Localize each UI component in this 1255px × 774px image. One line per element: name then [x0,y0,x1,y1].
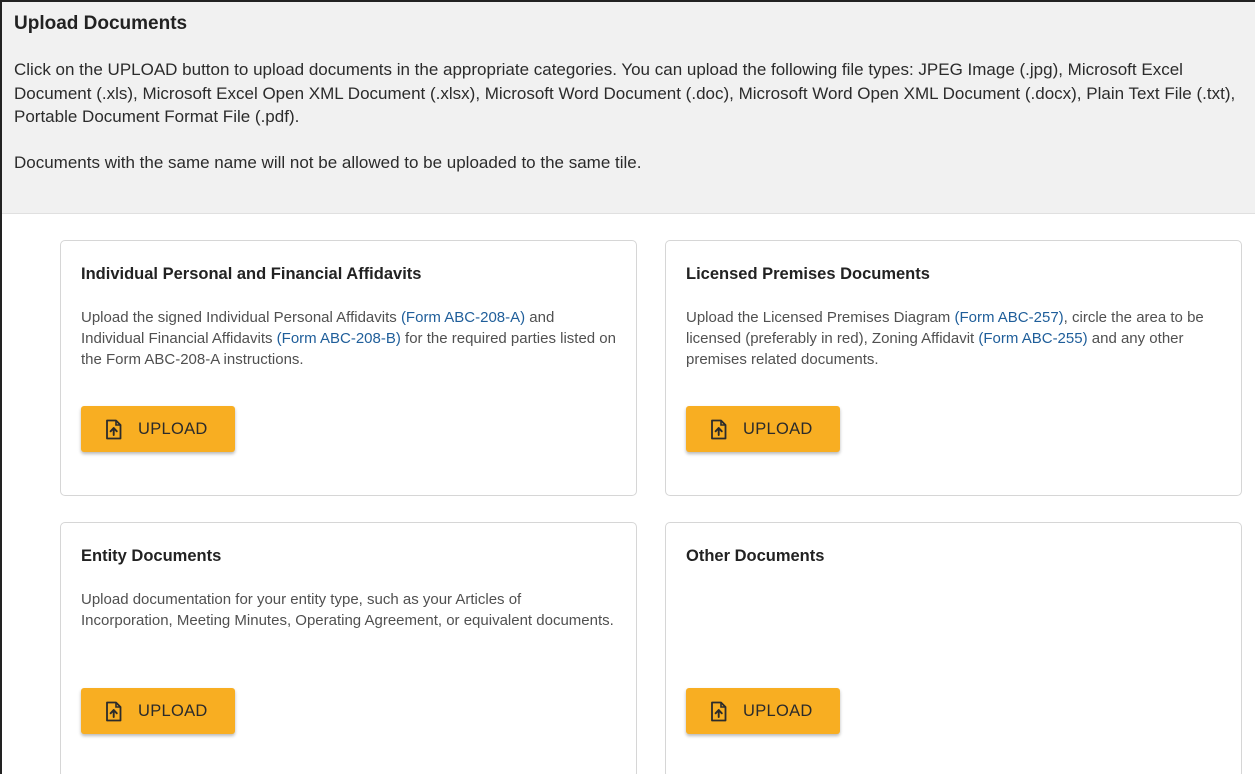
tile-entity-documents: Entity Documents Upload documentation fo… [60,522,637,774]
tile-description [686,589,1221,652]
desc-text: Upload the Licensed Premises Diagram [686,309,955,326]
upload-button-label: UPLOAD [743,419,813,438]
instructions-header: Upload Documents Click on the UPLOAD but… [2,2,1255,214]
file-upload-icon [708,701,729,722]
form-abc-255-link[interactable]: (Form ABC-255) [978,330,1087,347]
form-abc-257-link[interactable]: (Form ABC-257) [954,309,1063,326]
file-upload-icon [103,419,124,440]
form-abc-208-a-link[interactable]: (Form ABC-208-A) [401,309,525,326]
desc-text: Upload the signed Individual Personal Af… [81,309,401,326]
file-upload-icon [103,701,124,722]
tile-title: Entity Documents [81,547,222,565]
page-title: Upload Documents [14,13,188,34]
tile-title: Individual Personal and Financial Affida… [81,265,422,283]
form-abc-208-b-link[interactable]: (Form ABC-208-B) [277,330,401,347]
tile-other-documents: Other Documents UPLOAD [665,522,1242,774]
upload-button-label: UPLOAD [743,701,813,720]
upload-button-licensed-premises[interactable]: UPLOAD [686,406,840,452]
upload-button-entity-documents[interactable]: UPLOAD [81,688,235,734]
tile-individual-affidavits: Individual Personal and Financial Affida… [60,240,637,496]
tile-description: Upload the signed Individual Personal Af… [81,307,616,370]
file-upload-icon [708,419,729,440]
tile-description: Upload documentation for your entity typ… [81,591,614,629]
tile-licensed-premises: Licensed Premises Documents Upload the L… [665,240,1242,496]
tile-title: Licensed Premises Documents [686,265,930,283]
upload-documents-panel: Upload Documents Click on the UPLOAD but… [0,0,1255,774]
upload-button-label: UPLOAD [138,419,208,438]
upload-instructions: Click on the UPLOAD button to upload doc… [14,60,1236,126]
upload-button-label: UPLOAD [138,701,208,720]
document-tiles: Individual Personal and Financial Affida… [2,214,1255,774]
tile-description: Upload the Licensed Premises Diagram (Fo… [686,307,1221,370]
tile-title: Other Documents [686,547,825,565]
upload-button-individual-affidavits[interactable]: UPLOAD [81,406,235,452]
upload-button-other-documents[interactable]: UPLOAD [686,688,840,734]
duplicate-name-note: Documents with the same name will not be… [14,152,642,172]
